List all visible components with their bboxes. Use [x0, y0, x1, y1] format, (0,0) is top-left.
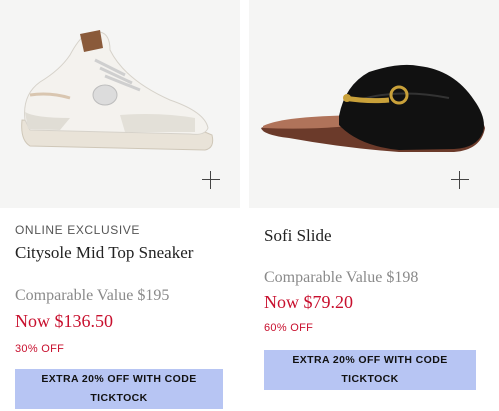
product-card[interactable]: Sofi Slide Comparable Value $198 Now $79…: [249, 0, 499, 390]
product-badge: ONLINE EXCLUSIVE: [15, 223, 140, 237]
promo-code: TICKTOCK: [341, 373, 399, 385]
promo-code-banner[interactable]: EXTRA 20% OFF WITH CODE TICKTOCK: [15, 369, 223, 409]
product-card[interactable]: ONLINE EXCLUSIVE Citysole Mid Top Sneake…: [0, 0, 240, 409]
comparable-price: Comparable Value $195: [15, 287, 170, 304]
plus-icon[interactable]: [451, 171, 469, 189]
promo-text: EXTRA 20% OFF WITH CODE: [292, 354, 448, 366]
comparable-price: Comparable Value $198: [264, 269, 419, 286]
promo-code-banner[interactable]: EXTRA 20% OFF WITH CODE TICKTOCK: [264, 350, 476, 390]
product-image-container[interactable]: [0, 0, 240, 208]
sale-price: Now $136.50: [15, 311, 113, 331]
sale-price: Now $79.20: [264, 292, 353, 312]
product-name[interactable]: Sofi Slide: [264, 226, 332, 246]
promo-code: TICKTOCK: [90, 392, 148, 404]
product-image-container[interactable]: [249, 0, 499, 208]
discount-label: 30% OFF: [15, 343, 65, 355]
discount-label: 60% OFF: [264, 322, 314, 334]
plus-icon[interactable]: [202, 171, 220, 189]
product-name[interactable]: Citysole Mid Top Sneaker: [15, 243, 193, 263]
promo-text: EXTRA 20% OFF WITH CODE: [41, 373, 197, 385]
